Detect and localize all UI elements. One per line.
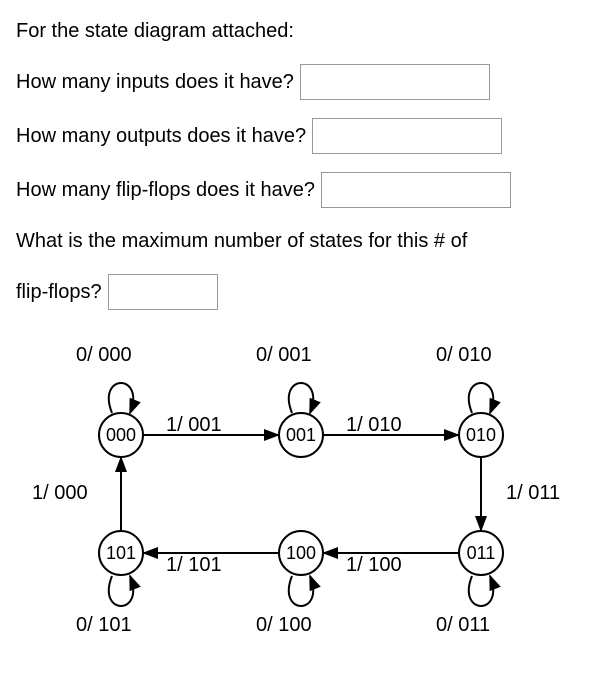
state-001-label: 001 [286, 425, 316, 446]
edge-011-100-label: 1/ 100 [346, 554, 402, 577]
state-010-label: 010 [466, 425, 496, 446]
question-4b: flip-flops? [16, 274, 581, 310]
q3-input[interactable] [321, 172, 511, 208]
loop-010-label: 0/ 010 [436, 344, 492, 367]
q1-text: How many inputs does it have? [16, 67, 294, 97]
question-3: How many flip-flops does it have? [16, 172, 581, 208]
edge-010-011-label: 1/ 011 [506, 482, 560, 505]
q3-text: How many flip-flops does it have? [16, 175, 315, 205]
state-101: 101 [98, 530, 144, 576]
question-4a: What is the maximum number of states for… [16, 226, 581, 256]
state-001: 001 [278, 412, 324, 458]
state-010: 010 [458, 412, 504, 458]
question-2: How many outputs does it have? [16, 118, 581, 154]
intro-span: For the state diagram attached: [16, 16, 294, 46]
state-100: 100 [278, 530, 324, 576]
q4-input[interactable] [108, 274, 218, 310]
edge-000-001-label: 1/ 001 [166, 414, 222, 437]
state-000-label: 000 [106, 425, 136, 446]
loop-001-label: 0/ 001 [256, 344, 312, 367]
q4b-text: flip-flops? [16, 277, 102, 307]
state-diagram: 000 001 010 101 100 011 0/ 000 0/ 001 0/… [16, 338, 581, 638]
edge-100-101-label: 1/ 101 [166, 554, 222, 577]
state-000: 000 [98, 412, 144, 458]
loop-011-label: 0/ 011 [436, 614, 490, 637]
edge-101-000-label: 1/ 000 [32, 482, 88, 505]
edge-001-010-label: 1/ 010 [346, 414, 402, 437]
q1-input[interactable] [300, 64, 490, 100]
q2-input[interactable] [312, 118, 502, 154]
state-101-label: 101 [106, 543, 136, 564]
state-011-label: 011 [467, 543, 496, 564]
state-011: 011 [458, 530, 504, 576]
q2-text: How many outputs does it have? [16, 121, 306, 151]
intro-text: For the state diagram attached: [16, 16, 581, 46]
question-1: How many inputs does it have? [16, 64, 581, 100]
q4a-text: What is the maximum number of states for… [16, 226, 467, 256]
diagram-svg [16, 338, 581, 638]
loop-100-label: 0/ 100 [256, 614, 312, 637]
loop-000-label: 0/ 000 [76, 344, 132, 367]
loop-101-label: 0/ 101 [76, 614, 132, 637]
state-100-label: 100 [286, 543, 316, 564]
